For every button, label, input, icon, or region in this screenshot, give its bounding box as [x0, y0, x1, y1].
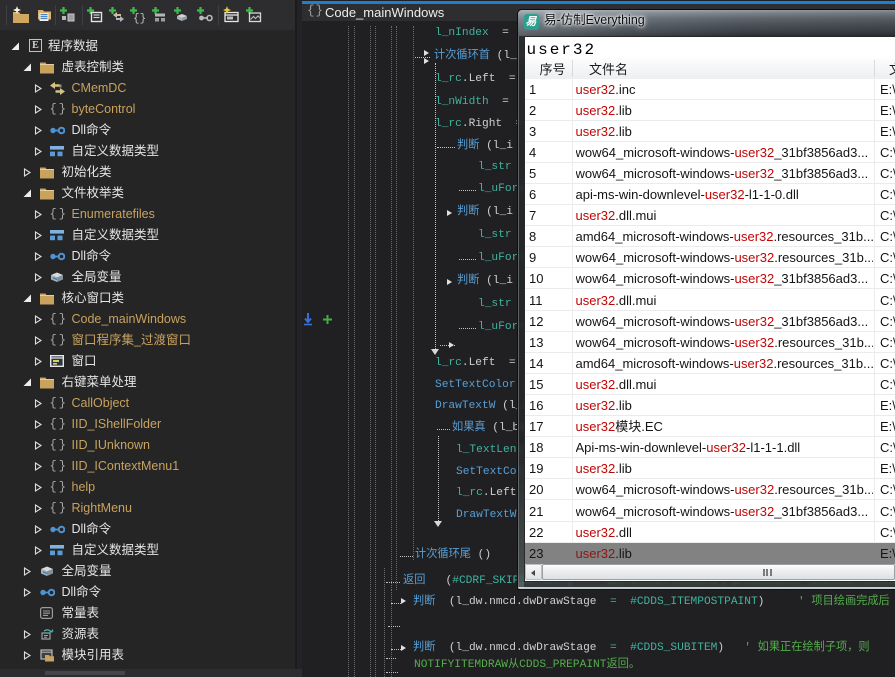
svg-text:{}: {} [133, 13, 146, 24]
